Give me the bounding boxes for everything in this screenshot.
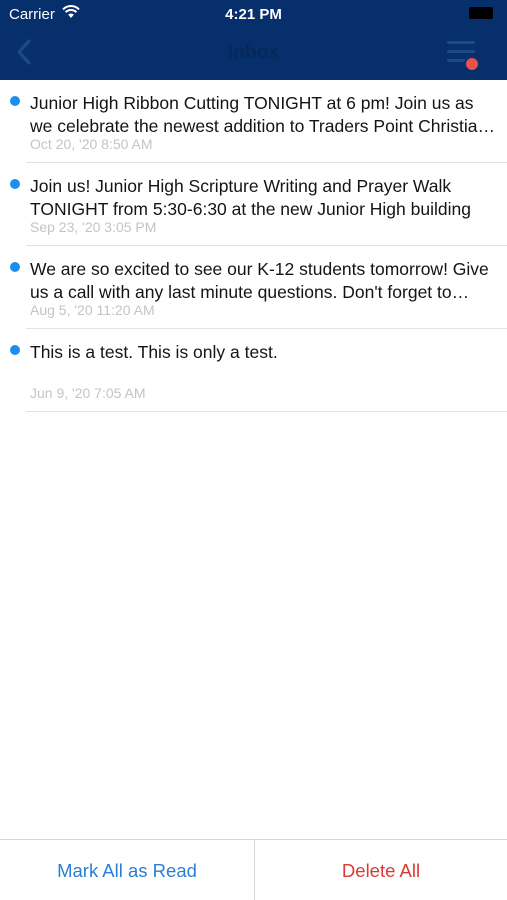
unread-indicator-icon [10, 262, 20, 272]
message-text: Junior High Ribbon Cutting TONIGHT at 6 … [30, 93, 488, 136]
footer-toolbar: Mark All as Read Delete All [0, 839, 507, 900]
message-item[interactable]: We are so excited to see our K-12 studen… [0, 246, 507, 329]
message-date: Oct 20, '20 8:50 AM [30, 136, 153, 152]
status-bar: Carrier 4:21 PM [0, 0, 507, 28]
status-time: 4:21 PM [225, 6, 282, 23]
notification-dot [464, 56, 480, 72]
unread-indicator-icon [10, 179, 20, 189]
message-text: Join us! Junior High Scripture Writing a… [30, 176, 471, 219]
message-item[interactable]: This is a test. This is only a test. Jun… [0, 329, 507, 412]
message-date: Sep 23, '20 3:05 PM [30, 219, 157, 235]
battery-icon [469, 7, 493, 19]
message-item[interactable]: Join us! Junior High Scripture Writing a… [0, 163, 507, 246]
unread-indicator-icon [10, 345, 20, 355]
app-header: Carrier 4:21 PM Inbox [0, 0, 507, 80]
message-date: Aug 5, '20 11:20 AM [30, 302, 155, 318]
message-text: We are so excited to see our K-12 studen… [30, 259, 489, 302]
page-title: Inbox [228, 42, 279, 63]
message-list: Junior High Ribbon Cutting TONIGHT at 6 … [0, 80, 507, 412]
hamburger-menu-icon[interactable] [444, 38, 484, 74]
delete-all-button[interactable]: Delete All [255, 840, 507, 900]
row-divider [26, 411, 507, 412]
message-date: Jun 9, '20 7:05 AM [30, 385, 146, 401]
mark-all-read-button[interactable]: Mark All as Read [0, 840, 254, 900]
unread-indicator-icon [10, 96, 20, 106]
message-item[interactable]: Junior High Ribbon Cutting TONIGHT at 6 … [0, 80, 507, 163]
message-text: This is a test. This is only a test. [30, 342, 278, 362]
